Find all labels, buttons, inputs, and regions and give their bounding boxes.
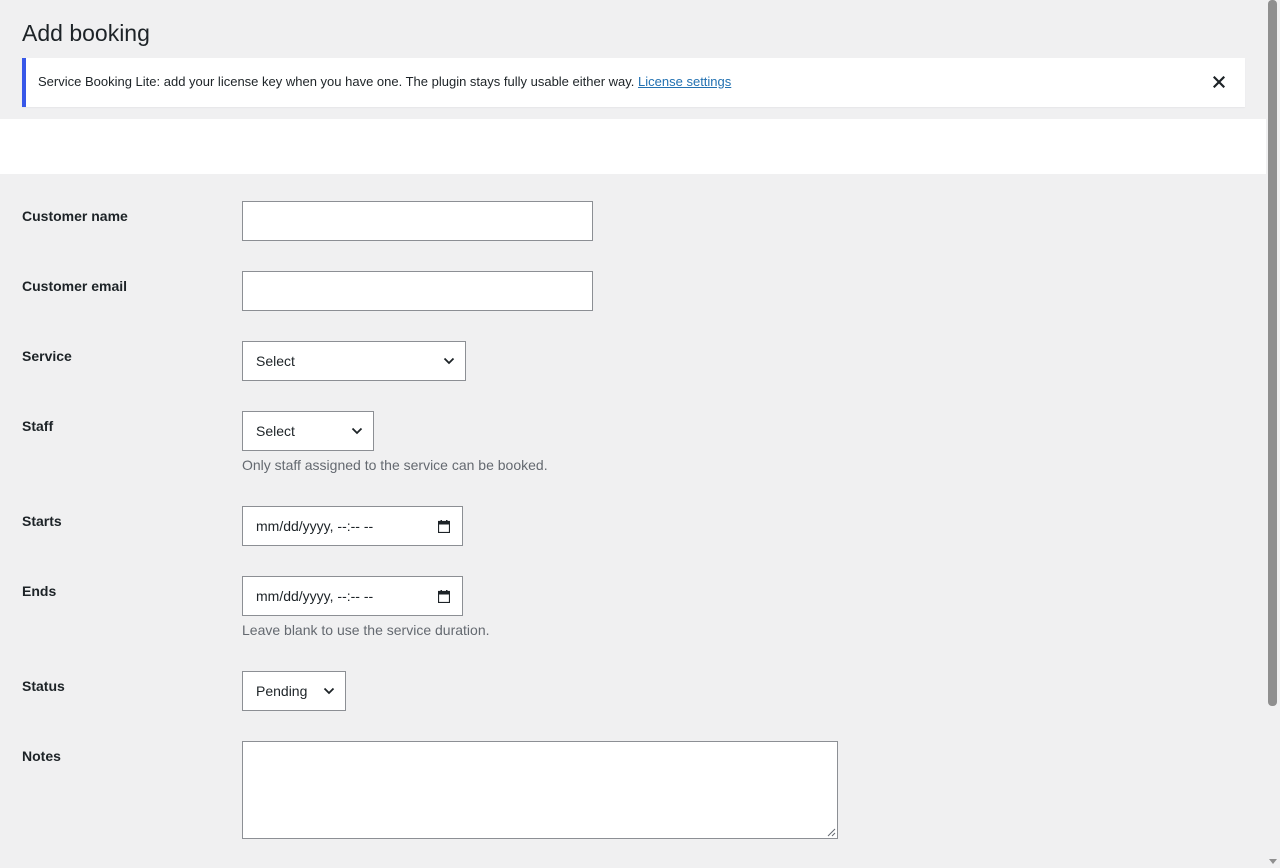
- starts-datetime-input[interactable]: mm/dd/yyyy, --:-- --: [242, 506, 463, 546]
- status-label: Status: [22, 678, 65, 694]
- status-selected-value: Pending: [256, 683, 308, 699]
- license-notice: Service Booking Lite: add your license k…: [22, 58, 1245, 107]
- ends-placeholder: mm/dd/yyyy, --:-- --: [256, 588, 374, 604]
- service-selected-value: Select: [256, 353, 295, 369]
- page: Add booking Service Booking Lite: add yo…: [0, 0, 1280, 868]
- ends-description: Leave blank to use the service duration.: [242, 622, 490, 638]
- page-title: Add booking: [22, 20, 150, 46]
- staff-select[interactable]: Select: [242, 411, 374, 451]
- notice-message: Service Booking Lite: add your license k…: [38, 74, 731, 90]
- staff-description: Only staff assigned to the service can b…: [242, 457, 548, 473]
- calendar-icon[interactable]: [438, 589, 450, 603]
- scrollbar-thumb[interactable]: [1268, 0, 1277, 706]
- chevron-down-icon: [351, 427, 363, 435]
- customer-name-label: Customer name: [22, 208, 128, 224]
- staff-label: Staff: [22, 418, 54, 434]
- service-label: Service: [22, 348, 72, 364]
- vertical-scrollbar[interactable]: [1266, 0, 1280, 868]
- service-select[interactable]: Select: [242, 341, 466, 381]
- chevron-down-icon: [443, 357, 455, 365]
- ends-datetime-input[interactable]: mm/dd/yyyy, --:-- --: [242, 576, 463, 616]
- staff-selected-value: Select: [256, 423, 295, 439]
- notice-text: Service Booking Lite: add your license k…: [38, 74, 635, 89]
- ends-label: Ends: [22, 583, 57, 599]
- notes-textarea[interactable]: [242, 741, 838, 839]
- license-settings-link[interactable]: License settings: [638, 74, 731, 89]
- scroll-down-arrow-icon[interactable]: [1269, 859, 1277, 864]
- status-select[interactable]: Pending: [242, 671, 346, 711]
- customer-email-label: Customer email: [22, 278, 128, 294]
- tabs-bar: [0, 119, 1280, 174]
- resize-grip-icon[interactable]: [827, 828, 836, 837]
- notice-dismiss-button[interactable]: [1209, 72, 1229, 92]
- starts-label: Starts: [22, 513, 62, 529]
- notes-label: Notes: [22, 748, 61, 764]
- chevron-down-icon: [323, 687, 335, 695]
- starts-placeholder: mm/dd/yyyy, --:-- --: [256, 518, 374, 534]
- close-icon: [1213, 76, 1225, 88]
- customer-email-input[interactable]: [242, 271, 593, 311]
- customer-name-input[interactable]: [242, 201, 593, 241]
- calendar-icon[interactable]: [438, 519, 450, 533]
